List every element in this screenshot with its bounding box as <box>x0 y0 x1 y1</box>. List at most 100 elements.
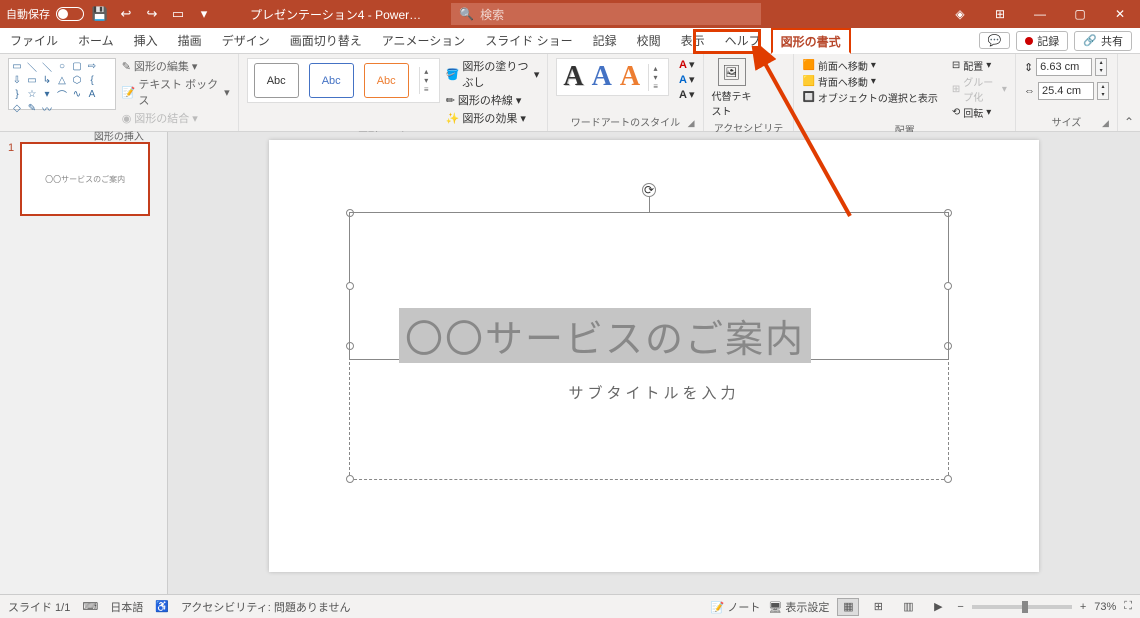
wa-down-icon[interactable]: ▾ <box>649 73 662 82</box>
edit-shape-button[interactable]: ✎ 図形の編集 ▾ <box>122 58 230 74</box>
shape-callout-icon[interactable]: ◇ <box>10 102 24 115</box>
thumbnail-preview[interactable]: 〇〇サービスのご案内 <box>20 142 150 216</box>
zoom-out-icon[interactable]: − <box>957 601 963 613</box>
shape-arrowd-icon[interactable]: ⇩ <box>10 74 24 87</box>
minimize-icon[interactable]: — <box>1020 0 1060 28</box>
slide[interactable]: ⟳ 〇〇サービスのご案内 サブタイトルを入力 <box>269 140 1039 572</box>
slide-subtitle-text[interactable]: サブタイトルを入力 <box>269 382 1039 403</box>
wordart-style-3[interactable]: A <box>620 61 640 93</box>
width-down-icon[interactable]: ▾ <box>1098 91 1108 99</box>
view-slideshow-icon[interactable]: ▶ <box>927 598 949 616</box>
shape-effects-button[interactable]: ✨ 図形の効果 ▾ <box>446 110 540 126</box>
shape-connector-icon[interactable]: ↳ <box>40 74 54 87</box>
tab-animations[interactable]: アニメーション <box>372 28 476 53</box>
alt-text-button[interactable]: 🖼 代替テキスト <box>712 58 752 118</box>
view-normal-icon[interactable]: ▦ <box>837 598 859 616</box>
tab-help[interactable]: ヘルプ <box>715 28 771 53</box>
save-icon[interactable]: 💾 <box>90 4 110 24</box>
close-icon[interactable]: ✕ <box>1100 0 1140 28</box>
shape-arrowr-icon[interactable]: ⇨ <box>85 60 99 73</box>
merge-shapes-button[interactable]: ◉ 図形の結合 ▾ <box>122 110 230 126</box>
thumbnail-panel[interactable]: 1 〇〇サービスのご案内 <box>0 132 168 594</box>
slide-title-text[interactable]: 〇〇サービスのご案内 <box>399 308 811 363</box>
text-box-button[interactable]: 📝 テキスト ボックス ▾ <box>122 76 230 108</box>
view-reading-icon[interactable]: ▥ <box>897 598 919 616</box>
shape-brace-icon[interactable]: { <box>85 74 99 87</box>
qat-more-icon[interactable]: ▾ <box>194 4 214 24</box>
tab-file[interactable]: ファイル <box>0 28 68 53</box>
width-up-icon[interactable]: ▴ <box>1098 83 1108 91</box>
shapes-gallery[interactable]: ▭ ＼ ＼ ○ ▢ ⇨ ⇩ ▭ ↳ △ ⬡ { } ☆ ▾ ⌒ ∿ A ◇ ✎ <box>8 58 116 110</box>
tab-draw[interactable]: 描画 <box>168 28 212 53</box>
record-button[interactable]: 記録 <box>1016 31 1068 51</box>
text-fill-button[interactable]: A▾ <box>679 58 694 71</box>
shape-rect2-icon[interactable]: ▢ <box>70 60 84 73</box>
shape-hex-icon[interactable]: ⬡ <box>70 74 84 87</box>
wordart-style-1[interactable]: A <box>563 61 583 93</box>
shape-arc-icon[interactable]: ⌒ <box>55 88 69 101</box>
status-slide-count[interactable]: スライド 1/1 <box>8 599 70 615</box>
shape-style-2[interactable]: Abc <box>309 63 354 98</box>
handle-title-mr[interactable] <box>944 282 952 290</box>
shape-curve-icon[interactable]: ∿ <box>70 88 84 101</box>
zoom-in-icon[interactable]: + <box>1080 601 1086 613</box>
tab-record[interactable]: 記録 <box>583 28 627 53</box>
handle-title-ml[interactable] <box>346 282 354 290</box>
shape-scribble-icon[interactable]: 〰 <box>40 102 54 115</box>
wordart-style-2[interactable]: A <box>592 61 612 93</box>
wordart-launcher-icon[interactable]: ◢ <box>688 118 695 129</box>
collapse-ribbon-icon[interactable]: ⌃ <box>1118 113 1140 131</box>
wa-up-icon[interactable]: ▴ <box>649 64 662 73</box>
status-accessibility[interactable]: アクセシビリティ: 問題ありません <box>181 599 351 615</box>
group-button[interactable]: ⊞ グループ化 ▾ <box>952 74 1007 104</box>
shape-tri-icon[interactable]: △ <box>55 74 69 87</box>
shape-rect3-icon[interactable]: ▭ <box>25 74 39 87</box>
zoom-level[interactable]: 73% <box>1094 601 1116 613</box>
height-up-icon[interactable]: ▴ <box>1096 59 1106 67</box>
height-down-icon[interactable]: ▾ <box>1096 67 1106 75</box>
gallery-up-icon[interactable]: ▴ <box>420 67 433 76</box>
search-box[interactable]: 🔍 検索 <box>451 3 761 25</box>
tab-insert[interactable]: 挿入 <box>124 28 168 53</box>
share-button[interactable]: 🔗 共有 <box>1074 31 1132 51</box>
rotate-button[interactable]: ⟲ 回転 ▾ <box>952 105 1007 120</box>
shape-brace2-icon[interactable]: } <box>10 88 24 101</box>
shape-text-icon[interactable]: A <box>85 88 99 101</box>
height-input[interactable]: 6.63 cm <box>1036 58 1092 76</box>
handle-br[interactable] <box>944 475 952 483</box>
tab-slideshow[interactable]: スライド ショー <box>475 28 582 53</box>
tab-transitions[interactable]: 画面切り替え <box>280 28 372 53</box>
shape-style-1[interactable]: Abc <box>254 63 299 98</box>
tab-shape-format[interactable]: 図形の書式 <box>771 28 851 54</box>
zoom-slider[interactable] <box>972 605 1072 609</box>
comments-button[interactable]: 💬 <box>979 32 1011 49</box>
rotate-handle-icon[interactable]: ⟳ <box>642 183 656 197</box>
view-sorter-icon[interactable]: ⊞ <box>867 598 889 616</box>
account-icon[interactable]: ◈ <box>940 0 980 28</box>
gallery-down-icon[interactable]: ▾ <box>420 76 433 85</box>
tab-design[interactable]: デザイン <box>212 28 280 53</box>
text-effects-button[interactable]: A▾ <box>679 88 694 101</box>
slide-thumbnail-1[interactable]: 1 〇〇サービスのご案内 <box>8 142 159 216</box>
fit-to-window-icon[interactable]: ⛶ <box>1124 600 1132 613</box>
handle-bl[interactable] <box>346 475 354 483</box>
send-backward-button[interactable]: 🟨 背面へ移動 ▾ <box>802 74 937 89</box>
selection-pane-button[interactable]: 🔲 オブジェクトの選択と表示 <box>802 90 937 105</box>
notes-button[interactable]: 📝 ノート <box>711 599 761 615</box>
from-beginning-icon[interactable]: ▭ <box>168 4 188 24</box>
shape-line-icon[interactable]: ＼ <box>25 60 39 73</box>
display-settings-button[interactable]: 🖥 表示設定 <box>768 599 829 615</box>
tab-review[interactable]: 校閲 <box>627 28 671 53</box>
shape-star-icon[interactable]: ☆ <box>25 88 39 101</box>
bring-forward-button[interactable]: 🟧 前面へ移動 ▾ <box>802 58 937 73</box>
shape-more-icon[interactable]: ▾ <box>40 88 54 101</box>
maximize-icon[interactable]: ▢ <box>1060 0 1100 28</box>
shape-outline-button[interactable]: ✏ 図形の枠線 ▾ <box>446 92 540 108</box>
wa-more-icon[interactable]: ≡ <box>649 82 662 91</box>
width-input[interactable]: 25.4 cm <box>1038 82 1094 100</box>
text-outline-button[interactable]: A▾ <box>679 73 694 86</box>
shape-style-3[interactable]: Abc <box>364 63 409 98</box>
wordart-gallery[interactable]: A A A ▴▾≡ <box>556 58 669 96</box>
redo-icon[interactable]: ↪ <box>142 4 162 24</box>
shape-freeform-icon[interactable]: ✎ <box>25 102 39 115</box>
